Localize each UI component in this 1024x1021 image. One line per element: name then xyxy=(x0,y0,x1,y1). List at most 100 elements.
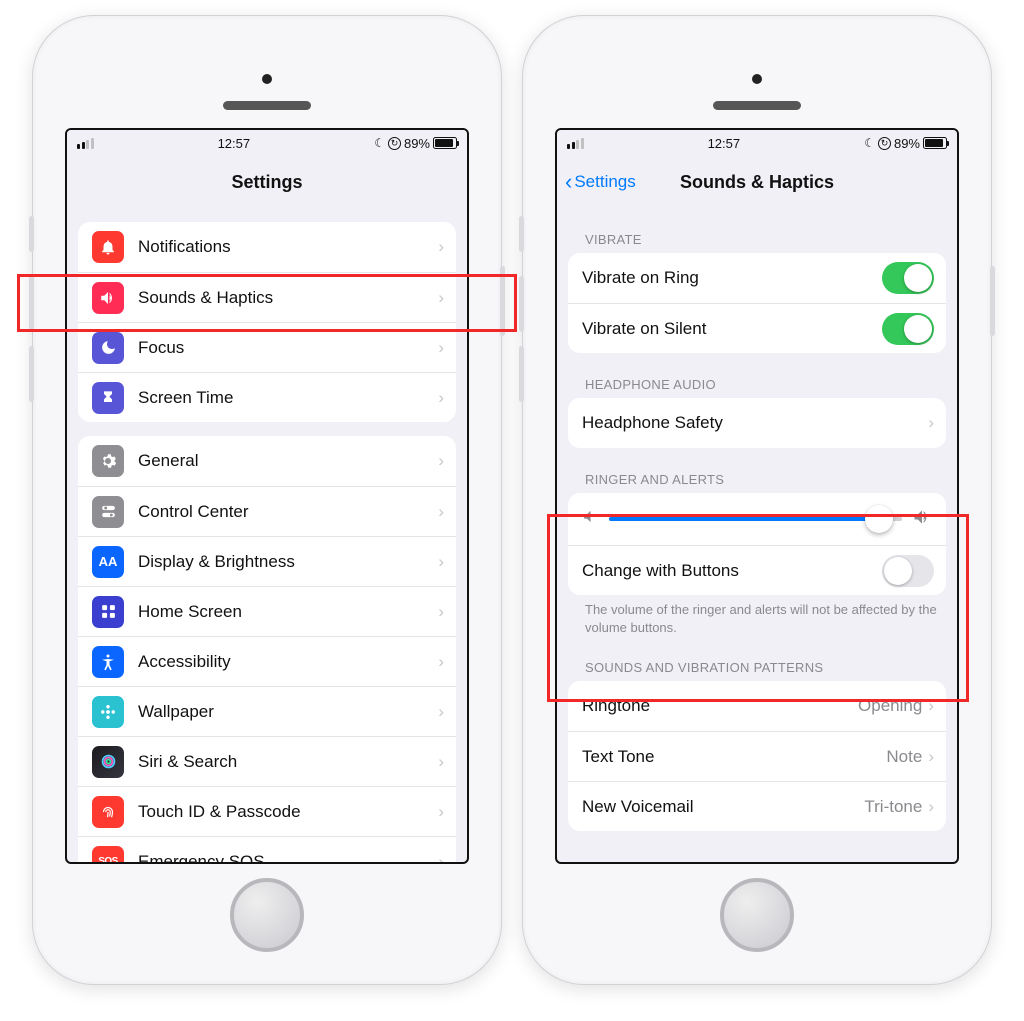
chevron-right-icon: › xyxy=(438,388,444,408)
volume-up-button xyxy=(29,276,34,332)
volume-down-button xyxy=(29,346,34,402)
row-home-screen[interactable]: Home Screen › xyxy=(78,586,456,636)
gear-icon xyxy=(92,445,124,477)
speaker-grille xyxy=(713,101,801,110)
row-label: Home Screen xyxy=(138,602,438,622)
status-time: 12:57 xyxy=(218,136,251,151)
row-general[interactable]: General › xyxy=(78,436,456,486)
row-label: Accessibility xyxy=(138,652,438,672)
row-label: Wallpaper xyxy=(138,702,438,722)
section-header-headphone: HEADPHONE AUDIO xyxy=(557,371,957,398)
battery-icon xyxy=(433,137,457,149)
row-label: General xyxy=(138,451,438,471)
settings-list[interactable]: Notifications › Sounds & Haptics › Focus… xyxy=(67,208,467,862)
back-label: Settings xyxy=(574,172,635,192)
phone-mockup-right: 12:57 ☾ 89% ‹ Settings Sounds & Haptics … xyxy=(522,15,992,985)
accessibility-icon xyxy=(92,646,124,678)
row-label: Notifications xyxy=(138,237,438,257)
chevron-right-icon: › xyxy=(438,802,444,822)
chevron-right-icon: › xyxy=(928,747,934,767)
chevron-left-icon: ‹ xyxy=(565,171,572,193)
row-value: Tri-tone xyxy=(864,797,922,817)
chevron-right-icon: › xyxy=(438,752,444,772)
screen: 12:57 ☾ 89% Settings Notifications › xyxy=(65,128,469,864)
row-accessibility[interactable]: Accessibility › xyxy=(78,636,456,686)
section-header-patterns: SOUNDS AND VIBRATION PATTERNS xyxy=(557,654,957,681)
row-control-center[interactable]: Control Center › xyxy=(78,486,456,536)
signal-icon xyxy=(77,138,94,149)
row-siri-search[interactable]: Siri & Search › xyxy=(78,736,456,786)
sounds-haptics-list[interactable]: VIBRATE Vibrate on Ring Vibrate on Silen… xyxy=(557,208,957,862)
settings-group-2: General › Control Center › AA Display & … xyxy=(78,436,456,862)
toggle-vibrate-on-silent[interactable] xyxy=(882,313,934,345)
chevron-right-icon: › xyxy=(438,852,444,863)
row-new-voicemail[interactable]: New Voicemail Tri-tone › xyxy=(568,781,946,831)
row-label: Headphone Safety xyxy=(582,413,928,433)
chevron-right-icon: › xyxy=(438,451,444,471)
home-button[interactable] xyxy=(720,878,794,952)
row-headphone-safety[interactable]: Headphone Safety › xyxy=(568,398,946,448)
row-touchid-passcode[interactable]: Touch ID & Passcode › xyxy=(78,786,456,836)
bell-icon xyxy=(92,231,124,263)
chevron-right-icon: › xyxy=(438,502,444,522)
row-focus[interactable]: Focus › xyxy=(78,322,456,372)
back-button[interactable]: ‹ Settings xyxy=(565,171,636,193)
row-text-tone[interactable]: Text Tone Note › xyxy=(568,731,946,781)
power-button xyxy=(990,266,995,336)
row-emergency-sos[interactable]: SOS Emergency SOS › xyxy=(78,836,456,862)
chevron-right-icon: › xyxy=(438,288,444,308)
row-sounds-haptics[interactable]: Sounds & Haptics › xyxy=(78,272,456,322)
row-label: Vibrate on Silent xyxy=(582,319,882,339)
speaker-icon xyxy=(92,282,124,314)
rotation-lock-icon xyxy=(878,137,891,150)
speaker-grille xyxy=(223,101,311,110)
power-button xyxy=(500,266,505,336)
group-ringer: Change with Buttons xyxy=(568,493,946,595)
row-wallpaper[interactable]: Wallpaper › xyxy=(78,686,456,736)
chevron-right-icon: › xyxy=(438,602,444,622)
sos-icon: SOS xyxy=(92,846,124,863)
volume-slider[interactable] xyxy=(609,505,902,533)
status-time: 12:57 xyxy=(708,136,741,151)
moon-icon xyxy=(92,332,124,364)
phone-mockup-left: 12:57 ☾ 89% Settings Notifications › xyxy=(32,15,502,985)
row-label: Control Center xyxy=(138,502,438,522)
toggle-vibrate-on-ring[interactable] xyxy=(882,262,934,294)
speaker-loud-icon xyxy=(912,507,932,532)
siri-icon xyxy=(92,746,124,778)
row-label: New Voicemail xyxy=(582,797,864,817)
chevron-right-icon: › xyxy=(438,338,444,358)
row-vibrate-on-ring[interactable]: Vibrate on Ring xyxy=(568,253,946,303)
chevron-right-icon: › xyxy=(438,552,444,572)
settings-group-1: Notifications › Sounds & Haptics › Focus… xyxy=(78,222,456,422)
home-button[interactable] xyxy=(230,878,304,952)
row-display-brightness[interactable]: AA Display & Brightness › xyxy=(78,536,456,586)
row-label: Change with Buttons xyxy=(582,561,882,581)
grid-icon xyxy=(92,596,124,628)
moon-icon: ☾ xyxy=(864,136,875,150)
row-notifications[interactable]: Notifications › xyxy=(78,222,456,272)
group-vibrate: Vibrate on Ring Vibrate on Silent xyxy=(568,253,946,353)
row-ringer-volume xyxy=(568,493,946,545)
battery-icon xyxy=(923,137,947,149)
page-title: Sounds & Haptics xyxy=(680,172,834,193)
row-ringtone[interactable]: Ringtone Opening › xyxy=(568,681,946,731)
fingerprint-icon xyxy=(92,796,124,828)
mute-switch xyxy=(29,216,34,252)
battery-percent: 89% xyxy=(404,136,430,151)
section-footer-ringer: The volume of the ringer and alerts will… xyxy=(557,595,957,636)
group-patterns: Ringtone Opening › Text Tone Note › New … xyxy=(568,681,946,831)
row-vibrate-on-silent[interactable]: Vibrate on Silent xyxy=(568,303,946,353)
battery-percent: 89% xyxy=(894,136,920,151)
moon-icon: ☾ xyxy=(374,136,385,150)
toggle-change-with-buttons[interactable] xyxy=(882,555,934,587)
status-bar: 12:57 ☾ 89% xyxy=(557,130,957,156)
chevron-right-icon: › xyxy=(438,237,444,257)
chevron-right-icon: › xyxy=(928,413,934,433)
display-icon: AA xyxy=(92,546,124,578)
row-change-with-buttons[interactable]: Change with Buttons xyxy=(568,545,946,595)
row-label: Ringtone xyxy=(582,696,858,716)
row-screen-time[interactable]: Screen Time › xyxy=(78,372,456,422)
status-bar: 12:57 ☾ 89% xyxy=(67,130,467,156)
nav-bar: Settings xyxy=(67,156,467,208)
